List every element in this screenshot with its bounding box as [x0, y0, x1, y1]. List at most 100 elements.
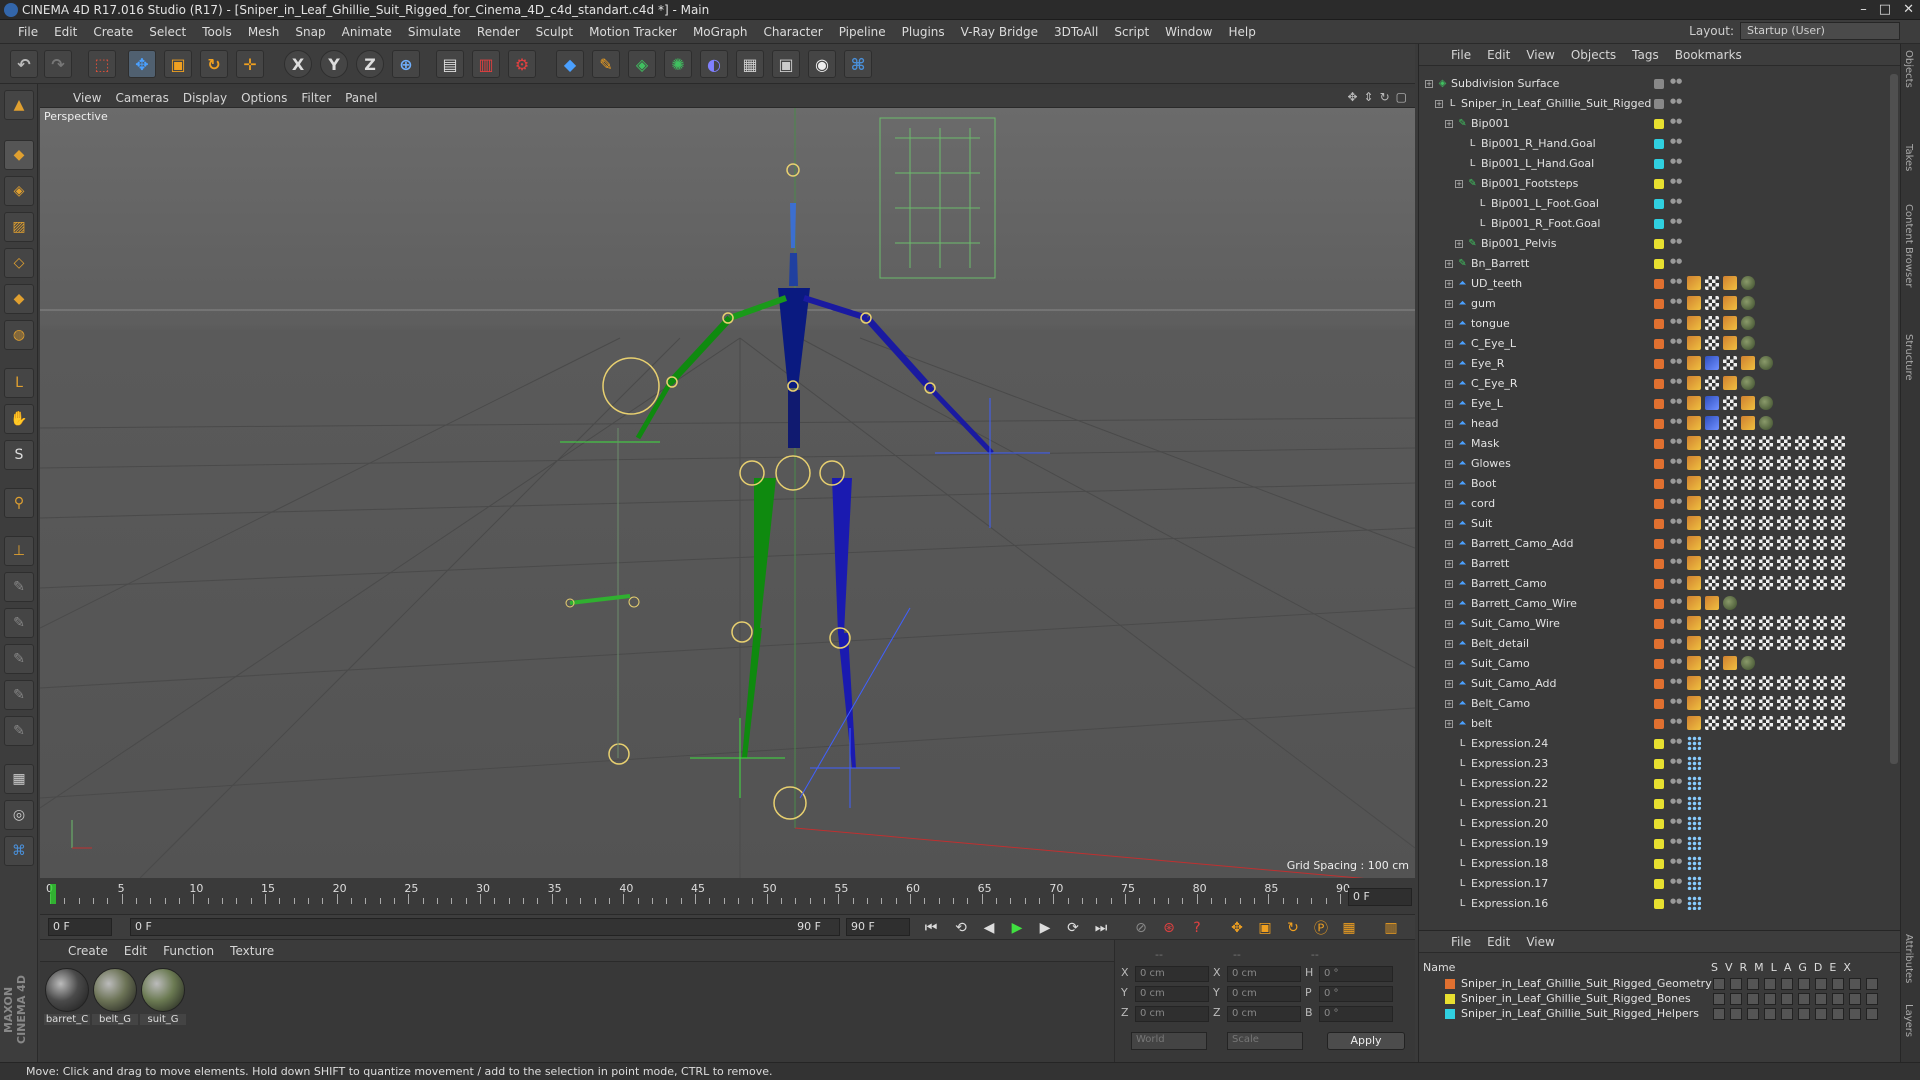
layer-color-swatch[interactable]: [1654, 619, 1664, 629]
material-tag-icon[interactable]: [1741, 476, 1755, 490]
material-tag-icon[interactable]: [1723, 296, 1737, 310]
viewport-menu-options[interactable]: Options: [234, 91, 294, 105]
expand-toggle[interactable]: +: [1425, 80, 1433, 88]
layer-color-swatch[interactable]: [1654, 559, 1664, 569]
object-tree-row[interactable]: L Expression.20 ●●: [1419, 814, 1889, 834]
brush-icon[interactable]: ⊥: [4, 536, 34, 566]
material-tag-icon[interactable]: [1795, 716, 1809, 730]
perspective-viewport[interactable]: Perspective Grid Spacing : 100 cm: [40, 108, 1415, 878]
material-tag-icon[interactable]: [1813, 676, 1827, 690]
object-tree-row[interactable]: + ⏶ Belt_Camo ●●: [1419, 694, 1889, 714]
menu-script[interactable]: Script: [1106, 20, 1157, 44]
material-tag-icon[interactable]: [1687, 716, 1701, 730]
object-tree-row[interactable]: L Expression.18 ●●: [1419, 854, 1889, 874]
material-tag-icon[interactable]: [1723, 476, 1737, 490]
side-tab-attributes[interactable]: Attributes: [1903, 934, 1914, 983]
material-tag-icon[interactable]: [1741, 676, 1755, 690]
side-tab-layers[interactable]: Layers: [1903, 1004, 1914, 1037]
layer-color-swatch[interactable]: [1654, 379, 1664, 389]
object-tree-row[interactable]: + ⏶ Suit_Camo_Wire ●●: [1419, 614, 1889, 634]
material-tag-icon[interactable]: [1813, 616, 1827, 630]
material-tag-icon[interactable]: [1687, 356, 1701, 370]
object-tree-row[interactable]: + ⏶ Boot ●●: [1419, 474, 1889, 494]
material-tag-icon[interactable]: [1741, 396, 1755, 410]
dolly-icon[interactable]: ⇕: [1364, 90, 1374, 104]
go-to-start-icon[interactable]: ⏮: [920, 918, 942, 938]
material-tag-icon[interactable]: [1687, 396, 1701, 410]
expand-toggle[interactable]: +: [1445, 580, 1453, 588]
visibility-dots-icon[interactable]: ●●: [1670, 178, 1682, 190]
layer-color-swatch[interactable]: [1654, 539, 1664, 549]
floor-icon[interactable]: ▦: [736, 50, 764, 78]
layer-color-swatch[interactable]: [1654, 519, 1664, 529]
visibility-dots-icon[interactable]: ●●: [1670, 558, 1682, 570]
material-tag-icon[interactable]: [1741, 716, 1755, 730]
material-tag-icon[interactable]: [1687, 536, 1701, 550]
sculpt-icon[interactable]: ✎: [4, 572, 34, 602]
object-tree-row[interactable]: + ⏶ head ●●: [1419, 414, 1889, 434]
layer-color-swatch[interactable]: [1654, 199, 1664, 209]
workplane-icon[interactable]: ◈: [4, 176, 34, 206]
material-tag-icon[interactable]: [1777, 456, 1791, 470]
layer-color-swatch[interactable]: [1654, 279, 1664, 289]
coord-value-field[interactable]: 0 °: [1319, 986, 1393, 1002]
visibility-dots-icon[interactable]: ●●: [1670, 698, 1682, 710]
python-icon[interactable]: ⌘: [844, 50, 872, 78]
paint-icon[interactable]: ✎: [4, 680, 34, 710]
expand-toggle[interactable]: +: [1445, 680, 1453, 688]
material-tag-icon[interactable]: [1759, 676, 1773, 690]
visibility-dots-icon[interactable]: ●●: [1670, 678, 1682, 690]
material-tag-icon[interactable]: [1723, 696, 1737, 710]
expand-toggle[interactable]: +: [1445, 400, 1453, 408]
visibility-dots-icon[interactable]: ●●: [1670, 598, 1682, 610]
expand-toggle[interactable]: +: [1445, 420, 1453, 428]
object-tree-row[interactable]: L Expression.19 ●●: [1419, 834, 1889, 854]
redo-icon[interactable]: ↷: [44, 50, 72, 78]
menu-file[interactable]: File: [10, 20, 46, 44]
layer-color-swatch[interactable]: [1654, 459, 1664, 469]
material-tag-icon[interactable]: [1705, 556, 1719, 570]
layer-menu-file[interactable]: File: [1443, 935, 1479, 949]
material-tag-icon[interactable]: [1741, 496, 1755, 510]
material-tag-icon[interactable]: [1723, 376, 1737, 390]
menu-motion-tracker[interactable]: Motion Tracker: [581, 20, 685, 44]
expand-toggle[interactable]: +: [1445, 500, 1453, 508]
visibility-dots-icon[interactable]: ●●: [1670, 798, 1682, 810]
layer-flag-toggle-icon[interactable]: [1815, 978, 1827, 990]
material-tag-icon[interactable]: [1813, 476, 1827, 490]
expand-toggle[interactable]: +: [1445, 540, 1453, 548]
material-tag-icon[interactable]: [1723, 596, 1737, 610]
material-tag-icon[interactable]: [1795, 536, 1809, 550]
layer-flag-toggle-icon[interactable]: [1781, 978, 1793, 990]
visibility-dots-icon[interactable]: ●●: [1670, 578, 1682, 590]
tweak-icon[interactable]: L: [4, 368, 34, 398]
layer-menu-edit[interactable]: Edit: [1479, 935, 1518, 949]
material-swatch[interactable]: suit_G: [140, 968, 186, 1025]
material-tag-icon[interactable]: [1705, 656, 1719, 670]
uv-mode-icon[interactable]: ◍: [4, 320, 34, 350]
viewport-menu-display[interactable]: Display: [176, 91, 234, 105]
material-tag-icon[interactable]: [1813, 516, 1827, 530]
material-tag-icon[interactable]: [1723, 396, 1737, 410]
material-tag-icon[interactable]: [1687, 476, 1701, 490]
object-tree-row[interactable]: + ⏶ Eye_L ●●: [1419, 394, 1889, 414]
material-tag-icon[interactable]: [1723, 356, 1737, 370]
material-tag-icon[interactable]: [1759, 636, 1773, 650]
material-tag-icon[interactable]: [1705, 576, 1719, 590]
material-tag-icon[interactable]: [1777, 576, 1791, 590]
undo-icon[interactable]: ↶: [10, 50, 38, 78]
object-tree-row[interactable]: + ⏶ Mask ●●: [1419, 434, 1889, 454]
next-frame-icon[interactable]: ▶: [1034, 918, 1056, 938]
material-tag-icon[interactable]: [1741, 616, 1755, 630]
material-tag-icon[interactable]: [1795, 576, 1809, 590]
object-tree-row[interactable]: L Expression.23 ●●: [1419, 754, 1889, 774]
menu-edit[interactable]: Edit: [46, 20, 85, 44]
material-tag-icon[interactable]: [1741, 416, 1755, 430]
pan-icon[interactable]: ✥: [1347, 90, 1357, 104]
material-tag-icon[interactable]: [1723, 516, 1737, 530]
object-tree-row[interactable]: + ◈ Subdivision Surface ●●: [1419, 74, 1889, 94]
object-tree-row[interactable]: + ✎ Bip001 ●●: [1419, 114, 1889, 134]
material-tag-icon[interactable]: [1831, 456, 1845, 470]
visibility-dots-icon[interactable]: ●●: [1670, 358, 1682, 370]
material-tag-icon[interactable]: [1705, 276, 1719, 290]
